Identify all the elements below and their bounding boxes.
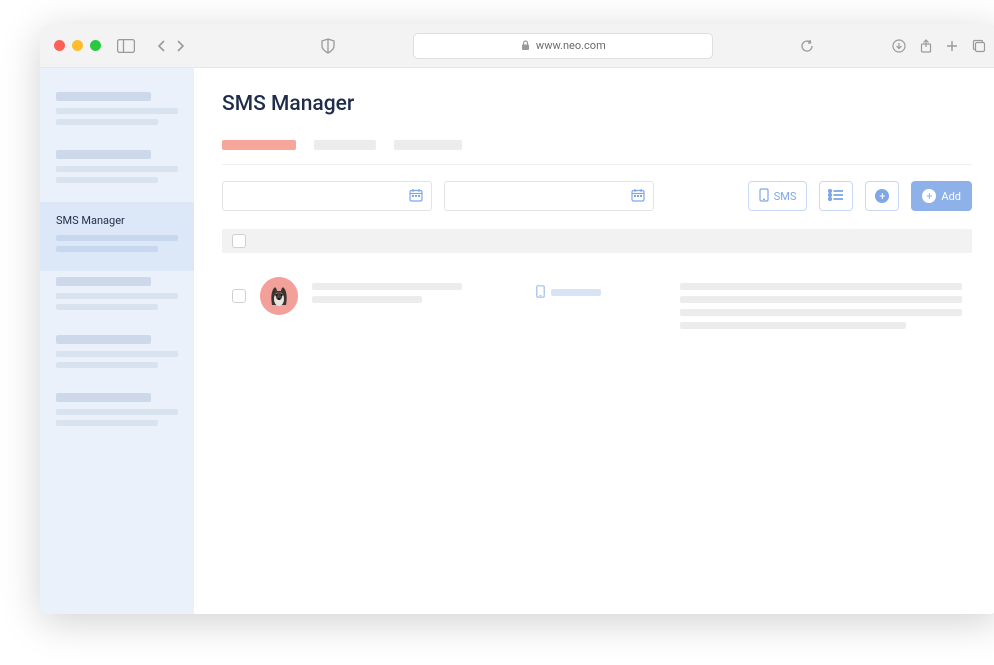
sidebar-item[interactable]: [40, 329, 194, 387]
add-button[interactable]: + Add: [911, 181, 972, 211]
shield-icon[interactable]: [321, 38, 335, 54]
main-content: SMS Manager: [194, 68, 994, 614]
calendar-icon: [631, 187, 645, 206]
tab[interactable]: [394, 140, 462, 150]
select-all-checkbox[interactable]: [232, 234, 246, 248]
add-icon-button[interactable]: +: [865, 181, 899, 211]
table-header: [222, 229, 972, 253]
tab-active[interactable]: [222, 140, 296, 150]
row-details-col: [680, 283, 962, 329]
back-button[interactable]: [157, 39, 167, 53]
browser-chrome: www.neo.com: [40, 24, 994, 68]
url-bar[interactable]: www.neo.com: [413, 33, 713, 59]
tabs-icon[interactable]: [972, 39, 986, 53]
sidebar-item[interactable]: [40, 144, 194, 202]
share-icon[interactable]: [920, 39, 932, 53]
sidebar-item-sms-manager[interactable]: SMS Manager: [40, 202, 194, 271]
sidebar-item[interactable]: [40, 271, 194, 329]
new-tab-icon[interactable]: [946, 39, 958, 53]
phone-icon: [536, 283, 545, 302]
sms-button-label: SMS: [774, 190, 797, 203]
tab[interactable]: [314, 140, 376, 150]
reload-button[interactable]: [800, 39, 814, 53]
phone-icon: [759, 188, 769, 205]
tab-bar: [222, 140, 972, 150]
sidebar-item[interactable]: [40, 86, 194, 144]
row-device-col: [536, 283, 626, 302]
toolbar: SMS + + Add: [222, 181, 972, 211]
sidebar-item[interactable]: [40, 387, 194, 445]
minimize-window-button[interactable]: [72, 40, 83, 51]
divider: [222, 164, 972, 165]
row-name-col: [312, 283, 492, 303]
sidebar: SMS Manager: [40, 68, 194, 614]
row-checkbox[interactable]: [232, 289, 246, 303]
sidebar-toggle-icon[interactable]: [117, 39, 135, 53]
plus-circle-icon: +: [875, 189, 889, 203]
avatar: [260, 277, 298, 315]
add-button-label: Add: [941, 190, 961, 203]
sms-button[interactable]: SMS: [748, 181, 808, 211]
download-icon[interactable]: [892, 39, 906, 53]
calendar-icon: [409, 187, 423, 206]
sidebar-item-label: SMS Manager: [56, 214, 178, 227]
browser-window: www.neo.com: [40, 24, 994, 614]
list-view-button[interactable]: [819, 181, 853, 211]
page-title: SMS Manager: [222, 92, 972, 116]
date-to-input[interactable]: [444, 181, 654, 211]
maximize-window-button[interactable]: [90, 40, 101, 51]
close-window-button[interactable]: [54, 40, 65, 51]
date-from-input[interactable]: [222, 181, 432, 211]
app-body: SMS Manager SMS Manager: [40, 68, 994, 614]
lock-icon: [521, 40, 530, 51]
plus-circle-icon: +: [922, 189, 936, 203]
forward-button[interactable]: [175, 39, 185, 53]
table-row[interactable]: [222, 271, 972, 335]
url-text: www.neo.com: [536, 39, 606, 52]
window-controls: [54, 40, 101, 51]
list-icon: [828, 189, 844, 204]
